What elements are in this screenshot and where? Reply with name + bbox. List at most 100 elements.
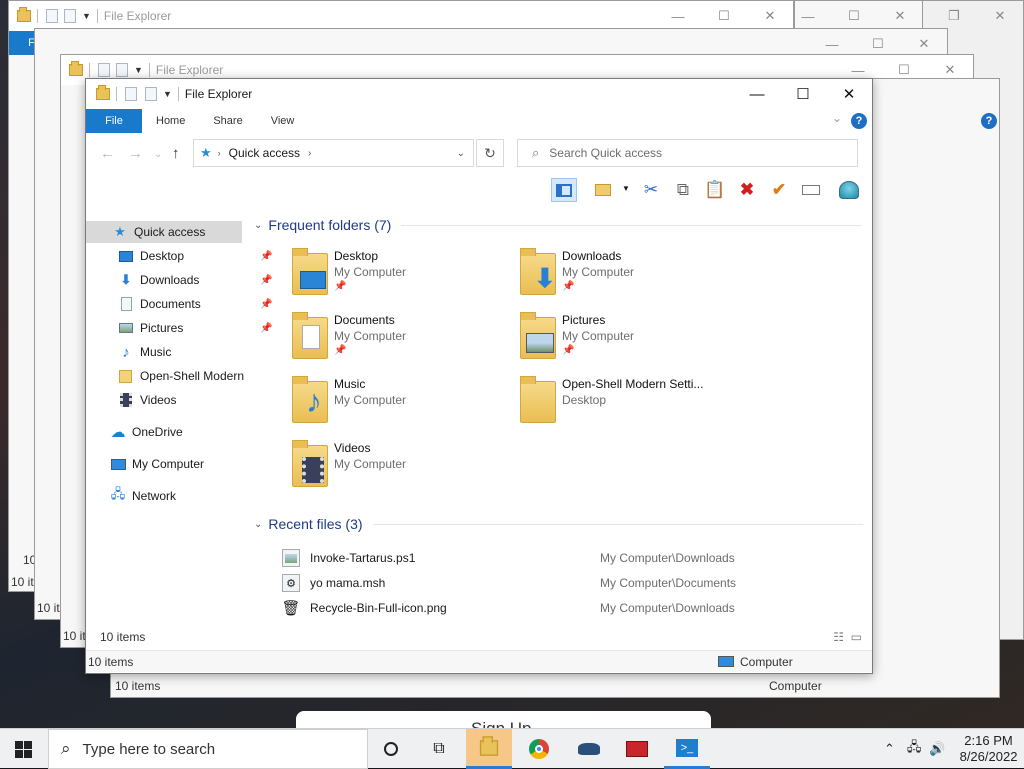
address-row: ← → ⌄ ↑ ★ › Quick access › ⌄ ↻ ⌕ Search …: [86, 137, 872, 177]
address-dropdown-icon[interactable]: ⌄: [457, 148, 465, 159]
downloads-icon: ⬇: [120, 272, 132, 287]
computer-icon: [718, 656, 734, 667]
breadcrumb-separator-icon[interactable]: ›: [308, 148, 311, 159]
group-header-frequent[interactable]: ⌄ Frequent folders (7): [254, 217, 862, 233]
new-folder-icon[interactable]: [64, 9, 76, 23]
folder-tile-downloads[interactable]: ⬇ Downloads My Computer 📌: [516, 248, 736, 305]
sidebar-item-pictures[interactable]: Pictures 📌: [118, 317, 272, 339]
properties-icon[interactable]: [46, 9, 58, 23]
taskbar-search-input[interactable]: ⌕ Type here to search: [48, 729, 368, 769]
sidebar-item-documents[interactable]: Documents 📌: [118, 293, 272, 315]
close-button[interactable]: ✕: [877, 1, 923, 29]
group-header-recent[interactable]: ⌄ Recent files (3): [254, 516, 863, 532]
properties-icon[interactable]: [98, 63, 110, 77]
minimize-button[interactable]: —: [795, 1, 831, 29]
sidebar-item-open-shell-modern[interactable]: Open-Shell Modern: [118, 365, 244, 387]
close-button[interactable]: ✕: [747, 1, 793, 31]
taskbar-file-explorer[interactable]: [466, 729, 512, 769]
explorer-window-back-2[interactable]: — ☐ ✕: [794, 0, 924, 30]
folder-tile-documents[interactable]: Documents My Computer 📌: [288, 312, 508, 369]
new-folder-icon[interactable]: [116, 63, 128, 77]
recent-locations-icon[interactable]: ⌄: [154, 149, 162, 160]
large-icons-view-icon[interactable]: ▭: [851, 630, 862, 644]
sidebar-item-downloads[interactable]: ⬇ Downloads 📌: [118, 269, 273, 291]
folder-options-button[interactable]: [590, 178, 616, 202]
minimize-button[interactable]: —: [734, 79, 780, 109]
forward-icon[interactable]: →: [128, 145, 143, 162]
properties-icon[interactable]: [125, 87, 137, 101]
folder-tile-videos[interactable]: Videos My Computer: [288, 440, 508, 497]
recent-file-path: My Computer\Downloads: [600, 601, 735, 615]
clock[interactable]: 2:16 PM 8/26/2022: [960, 733, 1018, 765]
navigation-pane-button[interactable]: [551, 178, 577, 202]
folder-tile-music[interactable]: ♪ Music My Computer: [288, 376, 508, 433]
close-button[interactable]: ✕: [826, 79, 872, 109]
minimize-button[interactable]: —: [655, 1, 701, 31]
volume-icon[interactable]: 🔊: [929, 741, 945, 757]
search-input[interactable]: ⌕ Search Quick access: [517, 139, 858, 167]
title-bar[interactable]: ▼ File Explorer — ☐ ✕: [86, 79, 872, 109]
cortana-icon: [384, 742, 398, 756]
network-icon[interactable]: 🖧: [907, 738, 922, 760]
sidebar-item-my-computer[interactable]: My Computer: [110, 453, 204, 475]
breadcrumb-separator-icon[interactable]: ›: [218, 148, 221, 158]
sidebar-item-onedrive[interactable]: ☁ OneDrive: [110, 421, 183, 443]
restore-button[interactable]: ❐: [931, 1, 977, 31]
folder-tile-open-shell[interactable]: Open-Shell Modern Setti... Desktop: [516, 376, 736, 433]
tab-view[interactable]: View: [257, 115, 309, 127]
new-folder-icon[interactable]: [145, 87, 157, 101]
recent-file-row[interactable]: Invoke-Tartarus.ps1 My Computer\Download…: [282, 547, 862, 569]
details-view-icon[interactable]: ☷: [833, 630, 844, 644]
group-title: Recent files (3): [268, 516, 363, 532]
recent-file-row[interactable]: ⚙ yo mama.msh My Computer\Documents: [282, 572, 862, 594]
back-icon[interactable]: ←: [100, 145, 115, 162]
maximize-button[interactable]: ☐: [831, 1, 877, 29]
explorer-window-main[interactable]: ▼ File Explorer — ☐ ✕ File Home Share Vi…: [85, 78, 873, 674]
start-button[interactable]: [0, 729, 46, 769]
sidebar-item-videos[interactable]: Videos: [118, 389, 244, 411]
maximize-button[interactable]: ☐: [701, 1, 747, 31]
taskbar-app[interactable]: [614, 729, 660, 769]
copy-button[interactable]: ⧉: [670, 178, 696, 202]
sidebar-item-network[interactable]: 🖧 Network: [110, 485, 176, 507]
recent-file-row[interactable]: 🗑 Recycle-Bin-Full-icon.png My Computer\…: [281, 597, 862, 619]
folder-tile-pictures[interactable]: Pictures My Computer 📌: [516, 312, 736, 369]
task-view-button[interactable]: ⧉: [416, 729, 462, 769]
sidebar-item-desktop[interactable]: Desktop 📌: [118, 245, 272, 267]
address-bar[interactable]: ★ › Quick access › ⌄: [193, 139, 474, 167]
cut-button[interactable]: ✂: [638, 178, 664, 202]
title-bar[interactable]: ▼ File Explorer — ☐ ✕: [9, 1, 793, 31]
maximize-button[interactable]: ☐: [780, 79, 826, 109]
rename-button[interactable]: [798, 178, 824, 202]
delete-button[interactable]: ✖: [734, 178, 760, 202]
folder-icon: ⬇: [516, 248, 556, 295]
refresh-button[interactable]: ↻: [476, 139, 504, 167]
taskbar-powershell[interactable]: >_: [664, 729, 710, 769]
tab-home[interactable]: Home: [142, 115, 199, 127]
task-view-button[interactable]: [368, 729, 414, 769]
chevron-down-icon[interactable]: ▼: [134, 65, 143, 75]
shell-button[interactable]: [836, 178, 862, 202]
refresh-icon: ↻: [484, 144, 496, 161]
chevron-down-icon[interactable]: ▼: [82, 11, 91, 21]
up-icon[interactable]: ↑: [172, 145, 180, 162]
chevron-down-icon[interactable]: ▼: [163, 89, 172, 99]
tab-share[interactable]: Share: [199, 115, 256, 127]
expand-ribbon-icon[interactable]: ⌄: [832, 111, 842, 125]
status-items: 10 items: [88, 654, 134, 669]
select-button[interactable]: ✔: [766, 178, 792, 202]
taskbar-chrome[interactable]: [516, 729, 562, 769]
breadcrumb-quick-access[interactable]: Quick access: [229, 146, 300, 160]
folder-icon: [288, 440, 328, 487]
chevron-up-icon[interactable]: ⌃: [884, 741, 895, 757]
folder-tile-desktop[interactable]: Desktop My Computer 📌: [288, 248, 508, 305]
help-icon[interactable]: ?: [851, 113, 867, 129]
chevron-down-icon[interactable]: ▼: [622, 184, 630, 193]
taskbar-app[interactable]: [566, 729, 612, 769]
help-icon[interactable]: ?: [981, 113, 997, 129]
close-button[interactable]: ✕: [977, 1, 1023, 31]
tab-file[interactable]: File: [86, 109, 142, 133]
paste-button[interactable]: 📋: [702, 178, 728, 202]
sidebar-item-quick-access[interactable]: ★ Quick access: [86, 221, 242, 243]
sidebar-item-music[interactable]: ♪ Music: [118, 341, 244, 363]
